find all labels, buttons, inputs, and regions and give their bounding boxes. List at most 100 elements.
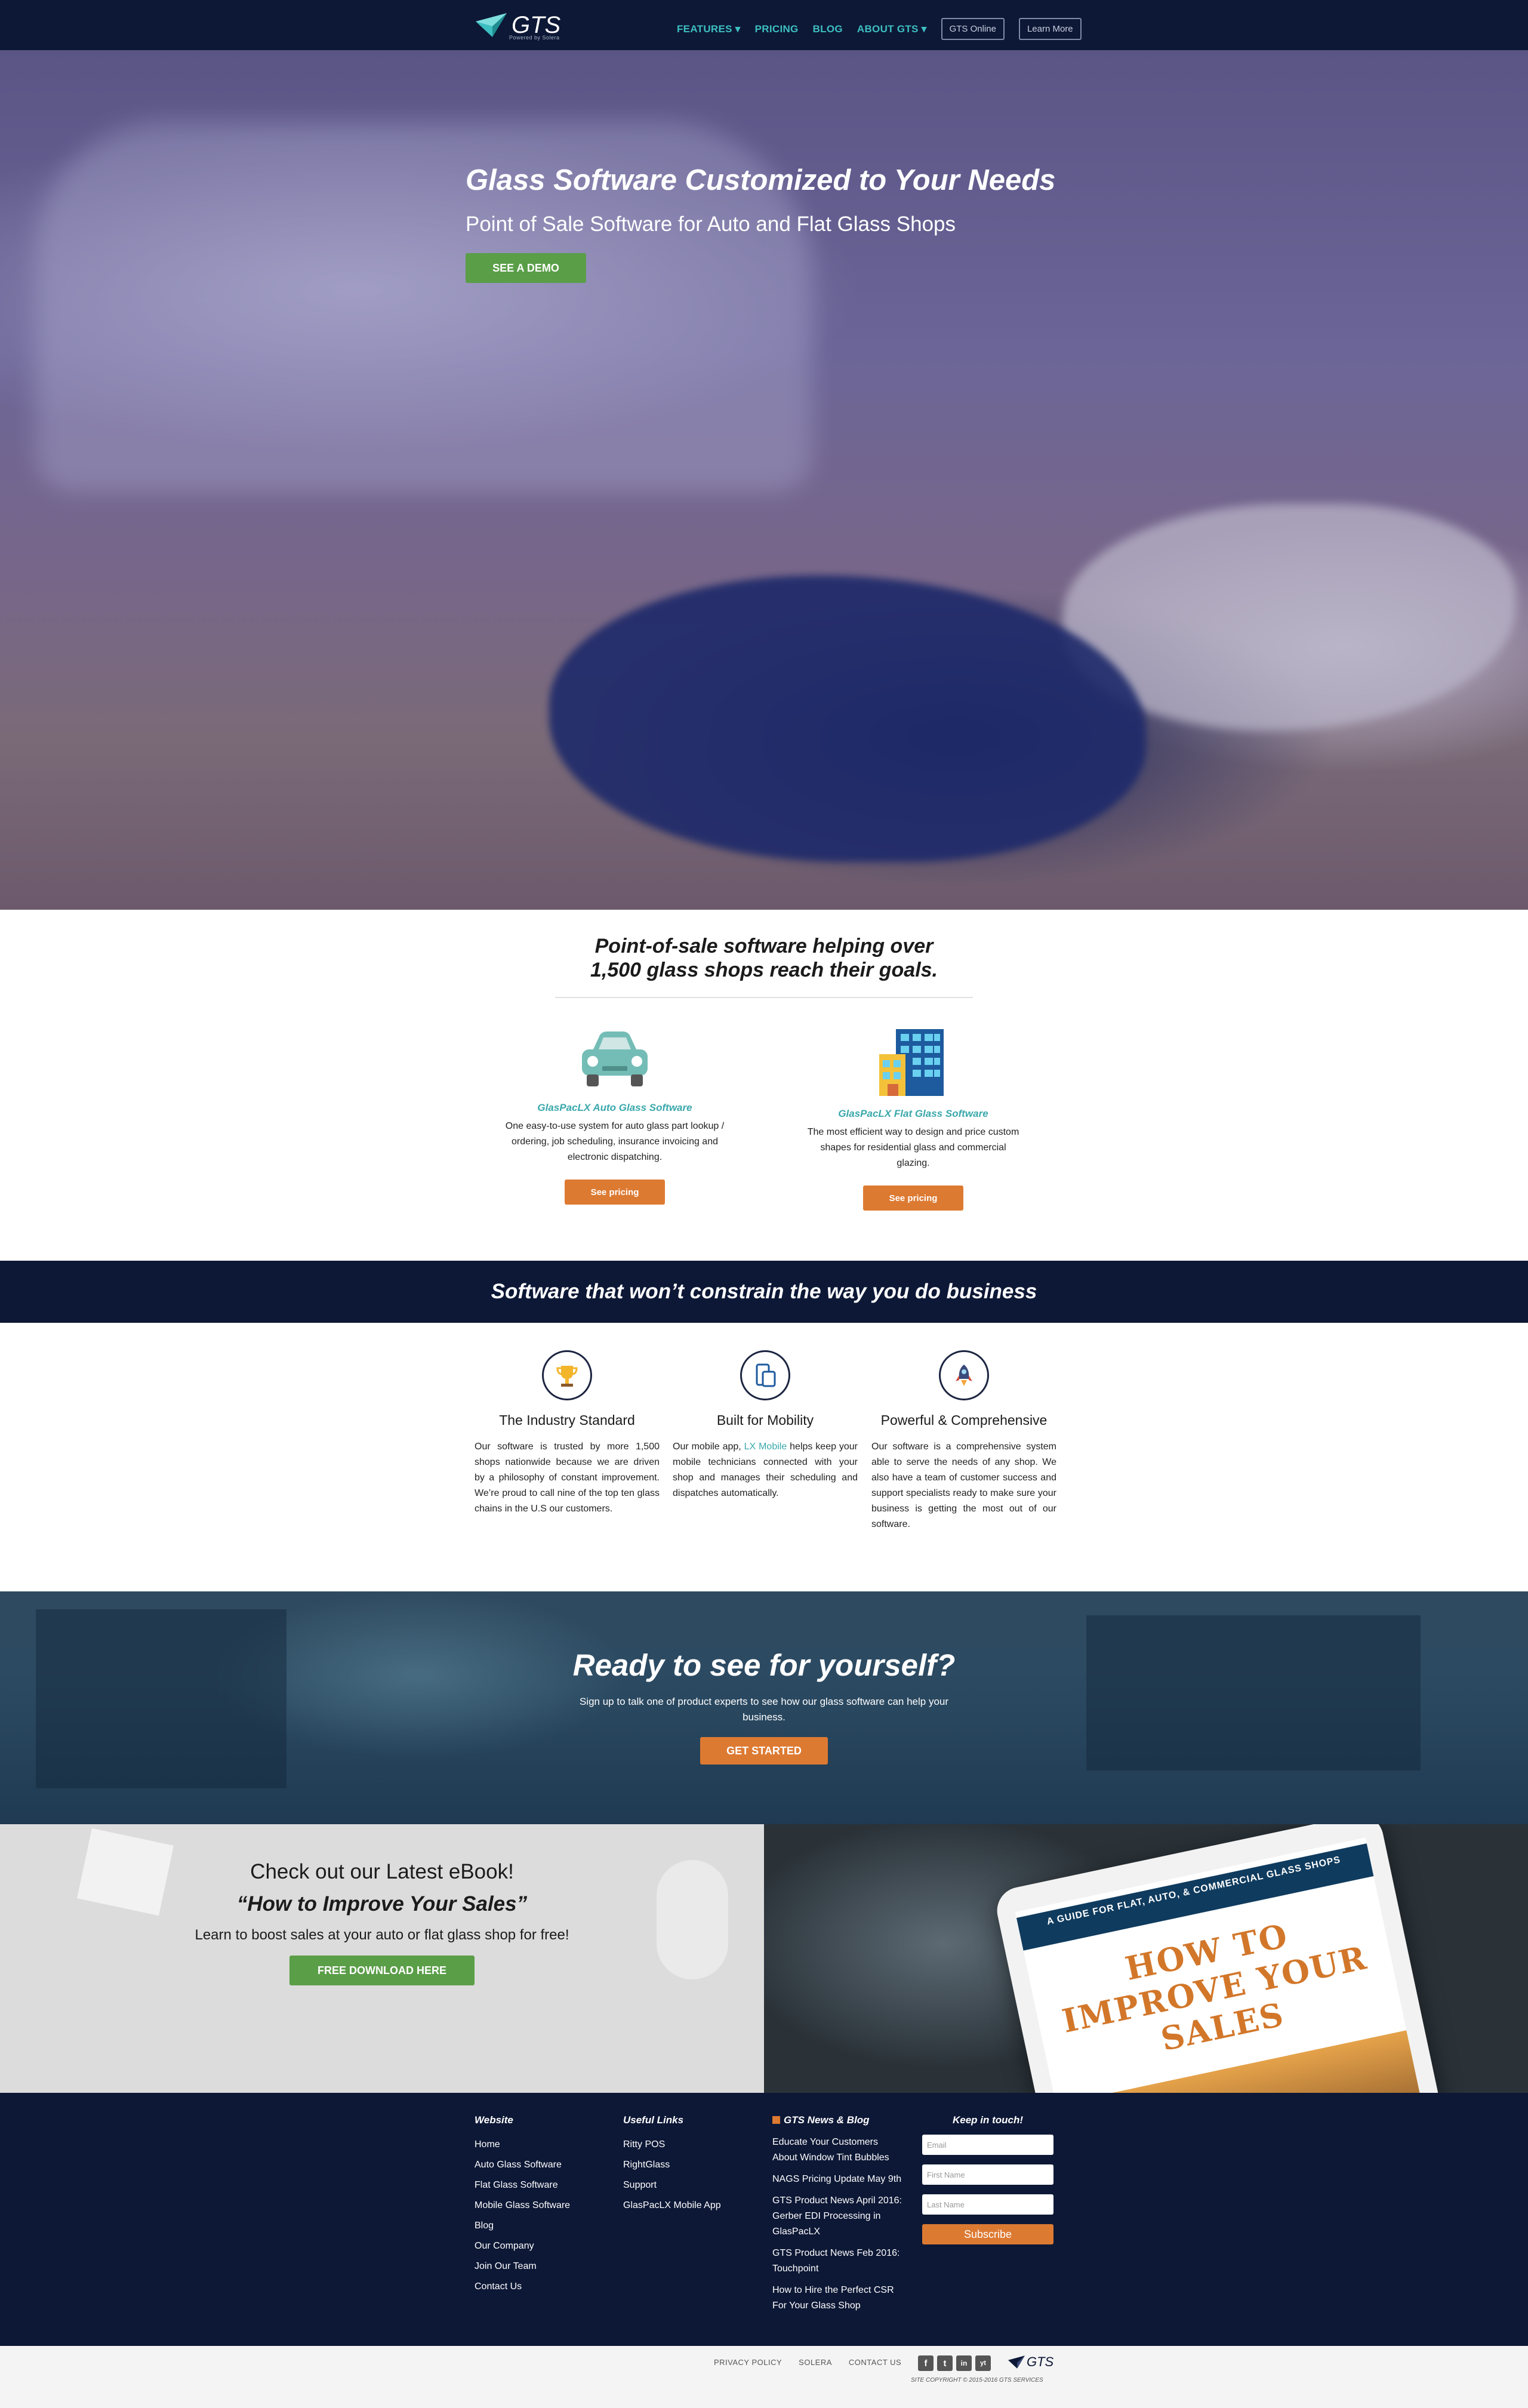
tagline-text: Software that won’t constrain the way yo… [491,1280,1037,1303]
see-demo-button[interactable]: SEE A DEMO [466,253,586,283]
building-icon [879,1029,944,1096]
contact-us-link[interactable]: CONTACT US [849,2358,901,2367]
feature-text: Our software is a comprehensive system a… [871,1442,1056,1529]
footer-heading: Keep in touch! [952,2114,1024,2126]
last-name-field[interactable]: Last Name [922,2194,1053,2215]
intro-heading-line1: Point-of-sale software helping over [594,935,934,957]
nav-about[interactable]: ABOUT GTS ▾ [857,23,927,35]
copyright-text: SITE COPYRIGHT © 2015-2016 GTS SERVICES [911,2377,1043,2384]
footer-link-mobile-glass[interactable]: Mobile Glass Software [475,2195,570,2216]
trophy-icon [542,1350,592,1400]
footer-link-rightglass[interactable]: RightGlass [623,2155,721,2175]
tablet-image: A GUIDE FOR FLAT, AUTO, & COMMERCIAL GLA… [993,1824,1443,2093]
mobile-devices-icon [740,1350,790,1400]
lx-mobile-link[interactable]: LX Mobile [744,1442,787,1452]
product-auto-glass: GlasPacLX Auto Glass Software One easy-t… [504,1027,725,1205]
feature-comprehensive: Powerful & Comprehensive Our software is… [871,1350,1056,1532]
paper-plane-icon [476,13,507,37]
footer: Website Home Auto Glass Software Flat Gl… [0,2093,1528,2346]
ebook-title: “How to Improve Your Sales” [236,1892,528,1916]
gts-online-button[interactable]: GTS Online [941,18,1005,40]
top-navbar: GTS Powered by Solera FEATURES ▾ PRICING… [0,0,1528,50]
feature-mobility: Built for Mobility Our mobile app, LX Mo… [673,1350,858,1501]
feature-text: Our mobile app, LX Mobile helps keep you… [673,1442,858,1498]
intro-heading: Point-of-sale software helping over 1,50… [466,934,1062,982]
first-name-field[interactable]: First Name [922,2164,1053,2185]
hero-subtitle: Point of Sale Software for Auto and Flat… [466,213,956,236]
free-download-button[interactable]: FREE DOWNLOAD HERE [289,1956,475,1985]
footer-gts-logo[interactable]: GTS [1008,2354,1053,2370]
nav-pricing[interactable]: PRICING [755,23,799,35]
footer-link-ritty[interactable]: Ritty POS [623,2135,721,2155]
footer-news-item[interactable]: GTS Product News Feb 2016: Touchpoint [772,2246,904,2277]
ebook-line1: Check out our Latest eBook! [250,1860,514,1883]
footer-website-column: Website Home Auto Glass Software Flat Gl… [475,2114,570,2297]
legal-links: PRIVACY POLICY SOLERA CONTACT US [714,2358,901,2367]
intro-heading-line2: 1,500 glass shops reach their goals. [590,959,938,981]
see-pricing-button[interactable]: See pricing [863,1185,963,1211]
footer-link-contact[interactable]: Contact Us [475,2277,570,2297]
youtube-icon[interactable]: yt [975,2355,991,2371]
footer-link-blog[interactable]: Blog [475,2216,570,2236]
footer-link-auto-glass[interactable]: Auto Glass Software [475,2155,570,2175]
intro-divider [555,997,973,998]
tablet-screen: A GUIDE FOR FLAT, AUTO, & COMMERCIAL GLA… [1015,1837,1424,2093]
see-pricing-button[interactable]: See pricing [565,1180,665,1205]
feature-text: Our software is trusted by more 1,500 sh… [475,1442,660,1514]
cta-text: Sign up to talk one of product experts t… [579,1696,949,1723]
footer-useful-column: Useful Links Ritty POS RightGlass Suppor… [623,2114,721,2216]
product-description: One easy-to-use system for auto glass pa… [505,1121,725,1162]
footer-link-mobile-app[interactable]: GlasPacLX Mobile App [623,2195,721,2216]
nav-features[interactable]: FEATURES ▾ [677,23,741,35]
footer-news-item[interactable]: NAGS Pricing Update May 9th [772,2172,904,2187]
car-icon [582,1031,648,1086]
product-flat-glass: GlasPacLX Flat Glass Software The most e… [803,1027,1024,1211]
product-name[interactable]: GlasPacLX Auto Glass Software [504,1102,725,1114]
footer-news-item[interactable]: Educate Your Customers About Window Tint… [772,2135,904,2166]
footer-news-item[interactable]: GTS Product News April 2016: Gerber EDI … [772,2193,904,2240]
email-field[interactable]: Email [922,2135,1053,2155]
subscribe-button[interactable]: Subscribe [922,2224,1053,2244]
feature-title: Built for Mobility [716,1412,814,1428]
twitter-icon[interactable]: t [937,2355,953,2371]
ebook-cover-photo: A GUIDE FOR FLAT, AUTO, & COMMERCIAL GLA… [764,1824,1528,2093]
nav-links: FEATURES ▾ PRICING BLOG ABOUT GTS ▾ GTS … [677,18,1082,40]
feature-title: Powerful & Comprehensive [880,1412,1048,1428]
logo-text: GTS [512,12,561,38]
feature-title: The Industry Standard [499,1412,635,1428]
footer-link-join-team[interactable]: Join Our Team [475,2256,570,2277]
paper-plane-icon [1008,2355,1025,2369]
hero-glove-image [549,575,1146,862]
footer-heading: Website [475,2114,513,2126]
footer-subscribe-column: Keep in touch! Email First Name Last Nam… [922,2114,1053,2244]
cta-section: Ready to see for yourself? Sign up to ta… [0,1591,1528,1824]
footer-link-support[interactable]: Support [623,2175,721,2195]
facebook-icon[interactable]: f [918,2355,934,2371]
footer-heading: GTS News & Blog [772,2114,904,2126]
get-started-button[interactable]: GET STARTED [700,1737,828,1765]
footer-news-column: GTS News & Blog Educate Your Customers A… [772,2114,904,2320]
cta-title: Ready to see for yourself? [572,1648,956,1682]
product-description: The most efficient way to design and pri… [807,1127,1019,1168]
solera-link[interactable]: SOLERA [799,2358,832,2367]
feature-industry-standard: The Industry Standard Our software is tr… [475,1350,660,1517]
workshop-racks-image [1086,1615,1421,1770]
learn-more-button[interactable]: Learn More [1018,18,1082,40]
footer-link-home[interactable]: Home [475,2135,570,2155]
rocket-icon [939,1350,989,1400]
hero-title: Glass Software Customized to Your Needs [466,164,1056,196]
product-name[interactable]: GlasPacLX Flat Glass Software [803,1108,1024,1120]
privacy-policy-link[interactable]: PRIVACY POLICY [714,2358,782,2367]
nav-blog[interactable]: BLOG [813,23,843,35]
footer-link-our-company[interactable]: Our Company [475,2236,570,2256]
footer-news-item[interactable]: How to Hire the Perfect CSR For Your Gla… [772,2283,904,2314]
ebook-description: Learn to boost sales at your auto or fla… [195,1927,569,1943]
footer-logo-text: GTS [1027,2354,1054,2369]
rss-icon [772,2116,780,2124]
footer-heading: Useful Links [623,2114,684,2126]
linkedin-icon[interactable]: in [956,2355,972,2371]
ebook-promo: Check out our Latest eBook! “How to Impr… [0,1824,764,2093]
tagline-band: Software that won’t constrain the way yo… [0,1261,1528,1323]
footer-link-flat-glass[interactable]: Flat Glass Software [475,2175,570,2195]
gts-logo[interactable]: GTS Powered by Solera [475,7,564,43]
